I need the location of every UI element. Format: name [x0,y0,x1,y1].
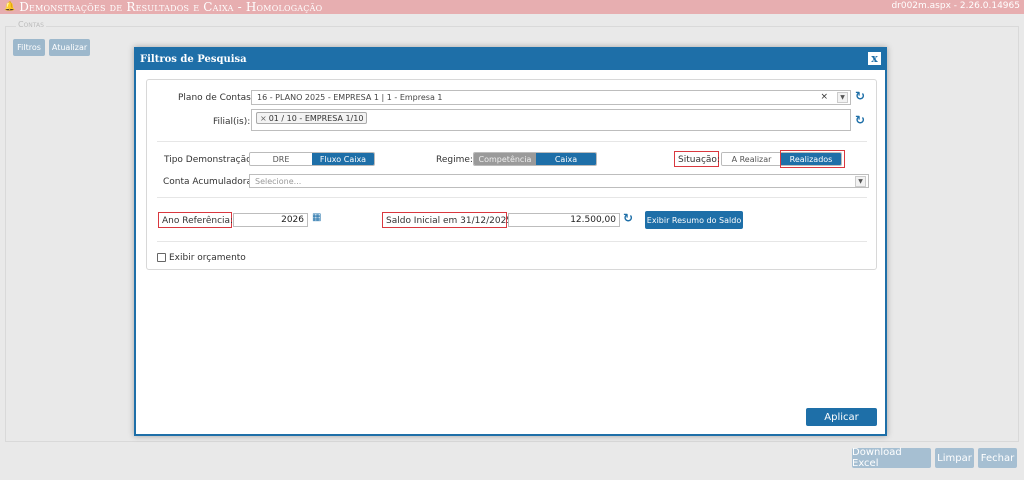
fechar-button[interactable]: Fechar [978,448,1017,468]
tipo-label: Tipo Demonstração: [164,155,255,165]
ano-label: Ano Referência: [162,216,234,226]
ano-input[interactable]: 2026 [233,213,308,227]
conta-label: Conta Acumuladora: [163,177,256,187]
calendar-icon[interactable]: ▦ [312,212,321,223]
tipo-dre-option[interactable]: DRE [250,153,312,165]
refresh-filial-icon[interactable]: ↻ [855,113,865,127]
situacao-label: Situação: [678,155,720,165]
dialog-title: Filtros de Pesquisa [140,54,247,65]
divider [157,197,867,198]
dialog-header: Filtros de Pesquisa x [136,49,885,70]
bell-icon: 🔔 [4,2,16,12]
situacao-arealizar-option[interactable]: A Realizar [722,153,781,165]
filtros-button[interactable]: Filtros [13,39,45,56]
chevron-down-icon[interactable]: ▼ [855,176,866,187]
refresh-saldo-icon[interactable]: ↻ [623,211,633,225]
saldo-label: Saldo Inicial em 31/12/2025: [386,216,516,226]
page-title: Demonstrações de Resultados e Caixa - Ho… [19,0,323,14]
divider [157,141,867,142]
filtros-dialog: Filtros de Pesquisa x Plano de Contas: 1… [134,47,887,436]
limpar-button[interactable]: Limpar [935,448,974,468]
title-bar: 🔔 Demonstrações de Resultados e Caixa - … [0,0,1024,14]
regime-label: Regime: [436,155,473,165]
tipo-fluxo-option[interactable]: Fluxo Caixa [312,153,374,165]
tipo-toggle: DRE Fluxo Caixa [249,152,375,166]
version-text: dr002m.aspx - 2.26.0.14965 [891,1,1020,11]
conta-select[interactable]: Selecione... ▼ [249,174,869,188]
remove-tag-icon[interactable]: × [260,114,267,123]
orcamento-label: Exibir orçamento [169,253,246,263]
chevron-down-icon[interactable]: ▼ [837,92,848,103]
atualizar-button[interactable]: Atualizar [49,39,90,56]
plano-label: Plano de Contas: [178,93,254,103]
refresh-plano-icon[interactable]: ↻ [855,89,865,103]
regime-competencia-option[interactable]: Competência [474,153,536,165]
realizados-highlight [780,150,845,168]
plano-select[interactable]: 16 - PLANO 2025 - EMPRESA 1 | 1 - Empres… [251,90,851,105]
aplicar-button[interactable]: Aplicar [806,408,877,426]
orcamento-checkbox[interactable] [157,253,166,262]
exibir-resumo-button[interactable]: Exibir Resumo do Saldo [645,211,743,229]
filial-tag-label: 01 / 10 - EMPRESA 1/10 [268,113,364,123]
clear-icon[interactable]: × [820,92,828,102]
conta-placeholder: Selecione... [255,176,302,186]
filter-panel: Plano de Contas: 16 - PLANO 2025 - EMPRE… [146,79,877,270]
divider [157,241,867,242]
download-excel-button[interactable]: Download Excel [852,447,931,469]
regime-toggle: Competência Caixa [473,152,597,166]
close-icon[interactable]: x [868,52,881,65]
filial-tag[interactable]: × 01 / 10 - EMPRESA 1/10 [256,112,368,124]
plano-value: 16 - PLANO 2025 - EMPRESA 1 | 1 - Empres… [257,93,443,102]
saldo-input[interactable]: 12.500,00 [508,213,620,227]
contas-legend: Contas [16,20,46,29]
regime-caixa-option[interactable]: Caixa [536,153,596,165]
filial-label: Filial(is): [213,117,251,127]
